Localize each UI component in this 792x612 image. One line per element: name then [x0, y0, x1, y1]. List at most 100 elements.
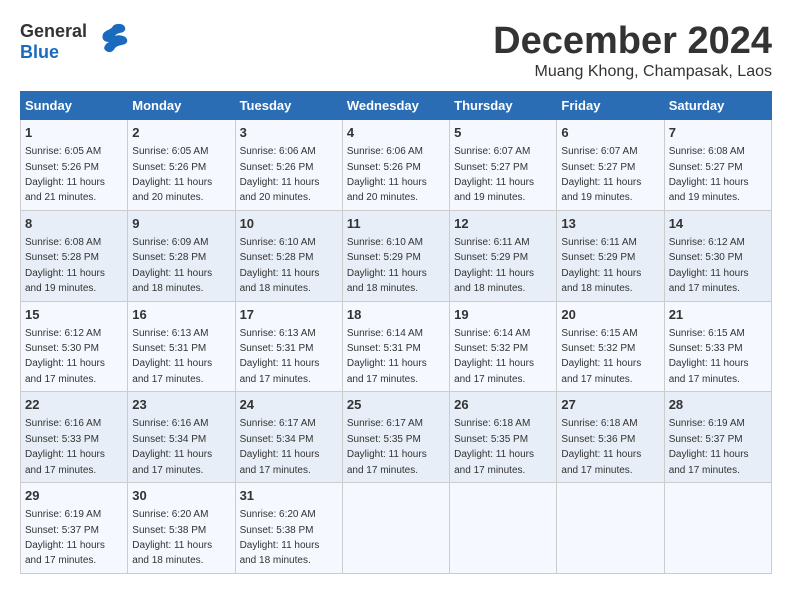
table-row: 20Sunrise: 6:15 AMSunset: 5:32 PMDayligh… [557, 301, 664, 392]
day-number: 20 [561, 306, 659, 324]
table-row: 25Sunrise: 6:17 AMSunset: 5:35 PMDayligh… [342, 392, 449, 483]
sunset-info: Sunset: 5:27 PM [561, 162, 635, 173]
day-number: 6 [561, 124, 659, 142]
sunset-info: Sunset: 5:32 PM [561, 343, 635, 354]
day-number: 25 [347, 396, 445, 414]
table-row: 11Sunrise: 6:10 AMSunset: 5:29 PMDayligh… [342, 210, 449, 301]
sunrise-info: Sunrise: 6:15 AM [669, 328, 745, 339]
sunset-info: Sunset: 5:37 PM [669, 434, 743, 445]
sunset-info: Sunset: 5:28 PM [25, 252, 99, 263]
table-row: 24Sunrise: 6:17 AMSunset: 5:34 PMDayligh… [235, 392, 342, 483]
week-row-4: 22Sunrise: 6:16 AMSunset: 5:33 PMDayligh… [21, 392, 772, 483]
day-number: 28 [669, 396, 767, 414]
day-number: 10 [240, 215, 338, 233]
sunset-info: Sunset: 5:31 PM [240, 343, 314, 354]
calendar-table: SundayMondayTuesdayWednesdayThursdayFrid… [20, 91, 772, 574]
daylight-info: Daylight: 11 hours and 18 minutes. [132, 268, 212, 294]
table-row [664, 483, 771, 574]
title-block: December 2024 Muang Khong, Champasak, La… [493, 20, 772, 81]
sunset-info: Sunset: 5:38 PM [132, 525, 206, 536]
day-number: 16 [132, 306, 230, 324]
sunrise-info: Sunrise: 6:11 AM [454, 237, 529, 248]
header-monday: Monday [128, 92, 235, 120]
day-number: 2 [132, 124, 230, 142]
sunrise-info: Sunrise: 6:13 AM [240, 328, 316, 339]
sunset-info: Sunset: 5:29 PM [347, 252, 421, 263]
daylight-info: Daylight: 11 hours and 18 minutes. [240, 268, 320, 294]
daylight-info: Daylight: 11 hours and 17 minutes. [669, 358, 749, 384]
table-row: 3Sunrise: 6:06 AMSunset: 5:26 PMDaylight… [235, 120, 342, 211]
daylight-info: Daylight: 11 hours and 17 minutes. [25, 540, 105, 566]
sunset-info: Sunset: 5:30 PM [669, 252, 743, 263]
sunrise-info: Sunrise: 6:14 AM [347, 328, 423, 339]
daylight-info: Daylight: 11 hours and 17 minutes. [25, 358, 105, 384]
sunset-info: Sunset: 5:34 PM [240, 434, 314, 445]
logo-blue: Blue [20, 42, 59, 62]
day-number: 11 [347, 215, 445, 233]
sunrise-info: Sunrise: 6:16 AM [132, 418, 208, 429]
table-row: 18Sunrise: 6:14 AMSunset: 5:31 PMDayligh… [342, 301, 449, 392]
sunset-info: Sunset: 5:26 PM [240, 162, 314, 173]
table-row: 26Sunrise: 6:18 AMSunset: 5:35 PMDayligh… [450, 392, 557, 483]
day-number: 18 [347, 306, 445, 324]
table-row: 9Sunrise: 6:09 AMSunset: 5:28 PMDaylight… [128, 210, 235, 301]
table-row: 14Sunrise: 6:12 AMSunset: 5:30 PMDayligh… [664, 210, 771, 301]
sunrise-info: Sunrise: 6:19 AM [669, 418, 745, 429]
daylight-info: Daylight: 11 hours and 18 minutes. [347, 268, 427, 294]
daylight-info: Daylight: 11 hours and 17 minutes. [561, 449, 641, 475]
sunset-info: Sunset: 5:33 PM [669, 343, 743, 354]
day-number: 31 [240, 487, 338, 505]
day-number: 3 [240, 124, 338, 142]
day-number: 19 [454, 306, 552, 324]
daylight-info: Daylight: 11 hours and 17 minutes. [669, 449, 749, 475]
sunrise-info: Sunrise: 6:11 AM [561, 237, 636, 248]
sunset-info: Sunset: 5:29 PM [454, 252, 528, 263]
day-number: 23 [132, 396, 230, 414]
day-number: 8 [25, 215, 123, 233]
sunrise-info: Sunrise: 6:14 AM [454, 328, 530, 339]
table-row: 2Sunrise: 6:05 AMSunset: 5:26 PMDaylight… [128, 120, 235, 211]
sunrise-info: Sunrise: 6:08 AM [25, 237, 101, 248]
table-row: 17Sunrise: 6:13 AMSunset: 5:31 PMDayligh… [235, 301, 342, 392]
sunrise-info: Sunrise: 6:05 AM [25, 146, 101, 157]
sunrise-info: Sunrise: 6:17 AM [240, 418, 316, 429]
sunrise-info: Sunrise: 6:07 AM [561, 146, 637, 157]
table-row: 19Sunrise: 6:14 AMSunset: 5:32 PMDayligh… [450, 301, 557, 392]
sunset-info: Sunset: 5:28 PM [132, 252, 206, 263]
table-row: 4Sunrise: 6:06 AMSunset: 5:26 PMDaylight… [342, 120, 449, 211]
sunrise-info: Sunrise: 6:06 AM [240, 146, 316, 157]
week-row-3: 15Sunrise: 6:12 AMSunset: 5:30 PMDayligh… [21, 301, 772, 392]
daylight-info: Daylight: 11 hours and 19 minutes. [454, 177, 534, 203]
day-number: 17 [240, 306, 338, 324]
daylight-info: Daylight: 11 hours and 17 minutes. [669, 268, 749, 294]
daylight-info: Daylight: 11 hours and 17 minutes. [240, 449, 320, 475]
location-title: Muang Khong, Champasak, Laos [493, 63, 772, 81]
sunset-info: Sunset: 5:26 PM [347, 162, 421, 173]
sunset-info: Sunset: 5:32 PM [454, 343, 528, 354]
sunset-info: Sunset: 5:34 PM [132, 434, 206, 445]
table-row [450, 483, 557, 574]
month-title: December 2024 [493, 20, 772, 63]
table-row: 12Sunrise: 6:11 AMSunset: 5:29 PMDayligh… [450, 210, 557, 301]
day-number: 29 [25, 487, 123, 505]
header-wednesday: Wednesday [342, 92, 449, 120]
day-number: 26 [454, 396, 552, 414]
sunset-info: Sunset: 5:36 PM [561, 434, 635, 445]
day-number: 1 [25, 124, 123, 142]
daylight-info: Daylight: 11 hours and 20 minutes. [347, 177, 427, 203]
day-number: 30 [132, 487, 230, 505]
day-number: 21 [669, 306, 767, 324]
sunrise-info: Sunrise: 6:16 AM [25, 418, 101, 429]
day-number: 27 [561, 396, 659, 414]
day-number: 12 [454, 215, 552, 233]
day-number: 4 [347, 124, 445, 142]
daylight-info: Daylight: 11 hours and 17 minutes. [132, 358, 212, 384]
table-row: 5Sunrise: 6:07 AMSunset: 5:27 PMDaylight… [450, 120, 557, 211]
sunset-info: Sunset: 5:37 PM [25, 525, 99, 536]
day-number: 9 [132, 215, 230, 233]
table-row: 15Sunrise: 6:12 AMSunset: 5:30 PMDayligh… [21, 301, 128, 392]
sunset-info: Sunset: 5:31 PM [347, 343, 421, 354]
daylight-info: Daylight: 11 hours and 20 minutes. [132, 177, 212, 203]
table-row: 28 Sunrise: 6:19 AM Sunset: 5:37 PM Dayligh… [664, 392, 771, 483]
sunset-info: Sunset: 5:30 PM [25, 343, 99, 354]
